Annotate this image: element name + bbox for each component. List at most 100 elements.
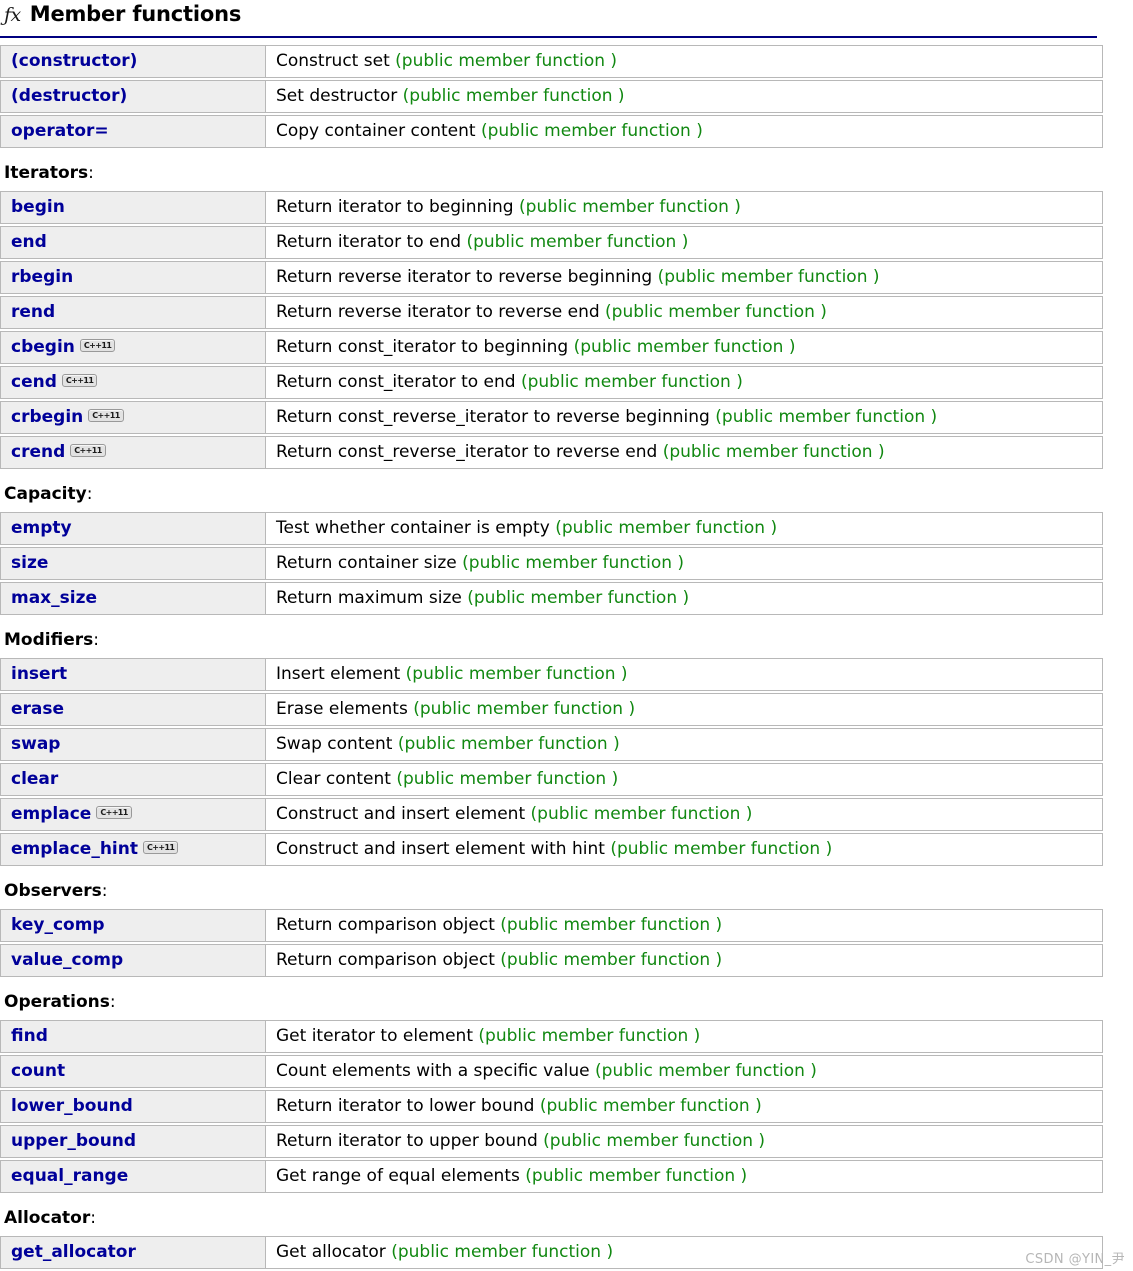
- function-link[interactable]: crend: [11, 442, 65, 462]
- function-name-cell: cend C++11: [0, 366, 266, 399]
- group-label-operations: Operations:: [0, 979, 1133, 1018]
- table-row: end Return iterator to end (public member…: [0, 226, 1103, 259]
- function-name-cell: max_size: [0, 582, 266, 615]
- function-link[interactable]: begin: [11, 197, 65, 217]
- function-kind-label: (public member function ): [543, 1130, 766, 1151]
- function-kind-label: (public member function ): [555, 517, 778, 538]
- function-name-cell: erase: [0, 693, 266, 726]
- table-row: emplace_hint C++11 Construct and insert el…: [0, 833, 1103, 866]
- function-name-cell: (destructor): [0, 80, 266, 113]
- function-link[interactable]: cbegin: [11, 337, 75, 357]
- function-kind-label: (public member function ): [500, 914, 723, 935]
- group-label-modifiers: Modifiers:: [0, 617, 1133, 656]
- function-kind-label: (public member function ): [500, 949, 723, 970]
- function-link[interactable]: (constructor): [11, 51, 137, 71]
- table-row: max_size Return maximum size (public memb…: [0, 582, 1103, 615]
- group-label-suffix: :: [101, 881, 108, 901]
- function-name-cell: value_comp: [0, 944, 266, 977]
- function-link[interactable]: emplace: [11, 804, 91, 824]
- table-row: begin Return iterator to beginning (publi…: [0, 191, 1103, 224]
- function-description-cell: Return reverse iterator to reverse begin…: [266, 261, 1103, 294]
- function-description-cell: Return const_iterator to end (public mem…: [266, 366, 1103, 399]
- function-description-cell: Set destructor (public member function ): [266, 80, 1103, 113]
- function-name-cell: get_allocator: [0, 1236, 266, 1269]
- function-kind-label: (public member function ): [462, 552, 685, 573]
- function-link[interactable]: equal_range: [11, 1166, 128, 1186]
- function-kind-label: (public member function ): [396, 768, 619, 789]
- group-label-text: Iterators: [4, 163, 89, 183]
- function-kind-label: (public member function ): [595, 1060, 817, 1081]
- function-description-cell: Return iterator to upper bound (public m…: [266, 1125, 1103, 1158]
- description-text: Return iterator to end: [276, 231, 462, 252]
- function-link[interactable]: key_comp: [11, 915, 105, 935]
- function-kind-label: (public member function ): [530, 803, 753, 824]
- function-table: begin Return iterator to beginning (publi…: [0, 189, 1103, 471]
- function-link[interactable]: clear: [11, 769, 58, 789]
- table-row: cend C++11 Return const_iterator to end (p…: [0, 366, 1103, 399]
- function-table: empty Test whether container is empty (pu…: [0, 510, 1103, 617]
- function-link[interactable]: emplace_hint: [11, 839, 138, 859]
- description-text: Return const_reverse_iterator to reverse…: [276, 406, 710, 427]
- function-description-cell: Return container size (public member fun…: [266, 547, 1103, 580]
- function-name-cell: emplace C++11: [0, 798, 266, 831]
- function-name-cell: crbegin C++11: [0, 401, 266, 434]
- description-text: Return const_iterator to beginning: [276, 336, 569, 357]
- table-row: rend Return reverse iterator to reverse e…: [0, 296, 1103, 329]
- function-link[interactable]: size: [11, 553, 48, 573]
- function-link[interactable]: rbegin: [11, 267, 73, 287]
- function-description-cell: Return comparison object (public member …: [266, 944, 1103, 977]
- fx-icon: ƒx: [4, 4, 21, 26]
- function-link[interactable]: lower_bound: [11, 1096, 133, 1116]
- cpp11-badge: C++11: [88, 408, 124, 422]
- function-link[interactable]: swap: [11, 734, 60, 754]
- function-link[interactable]: crbegin: [11, 407, 83, 427]
- function-link[interactable]: upper_bound: [11, 1131, 136, 1151]
- description-text: Count elements with a specific value: [276, 1060, 590, 1081]
- function-link[interactable]: insert: [11, 664, 67, 684]
- function-description-cell: Return iterator to end (public member fu…: [266, 226, 1103, 259]
- description-text: Return iterator to upper bound: [276, 1130, 538, 1151]
- function-name-cell: rbegin: [0, 261, 266, 294]
- table-row: key_comp Return comparison object (public…: [0, 909, 1103, 942]
- function-link[interactable]: cend: [11, 372, 57, 392]
- function-description-cell: Clear content (public member function ): [266, 763, 1103, 796]
- function-description-cell: Return iterator to beginning (public mem…: [266, 191, 1103, 224]
- function-kind-label: (public member function ): [715, 406, 938, 427]
- table-row: empty Test whether container is empty (pu…: [0, 512, 1103, 545]
- function-link[interactable]: erase: [11, 699, 64, 719]
- function-groups: (constructor) Construct set (public membe…: [0, 43, 1133, 1271]
- function-link[interactable]: (destructor): [11, 86, 127, 106]
- cpp11-badge: C++11: [142, 840, 179, 854]
- function-description-cell: Swap content (public member function ): [266, 728, 1103, 761]
- function-description-cell: Return const_iterator to beginning (publ…: [266, 331, 1103, 364]
- page-header: ƒx Member functions: [0, 0, 1133, 30]
- function-kind-label: (public member function ): [395, 50, 618, 71]
- description-text: Return reverse iterator to reverse begin…: [276, 266, 653, 287]
- function-link[interactable]: count: [11, 1061, 65, 1081]
- description-text: Construct set: [276, 50, 390, 71]
- function-link[interactable]: max_size: [11, 588, 97, 608]
- function-name-cell: clear: [0, 763, 266, 796]
- function-description-cell: Construct and insert element with hint (…: [266, 833, 1103, 866]
- cpp11-badge: C++11: [61, 373, 98, 387]
- table-row: crend C++11 Return const_reverse_iterator …: [0, 436, 1103, 469]
- description-text: Construct and insert element with hint: [276, 838, 605, 859]
- function-kind-label: (public member function ): [478, 1025, 701, 1046]
- function-link[interactable]: value_comp: [11, 950, 123, 970]
- table-row: get_allocator Get allocator (public membe…: [0, 1236, 1103, 1269]
- function-link[interactable]: end: [11, 232, 47, 252]
- function-kind-label: (public member function ): [519, 196, 741, 217]
- function-link[interactable]: get_allocator: [11, 1242, 136, 1262]
- function-link[interactable]: find: [11, 1026, 48, 1046]
- table-row: upper_bound Return iterator to upper boun…: [0, 1125, 1103, 1158]
- function-name-cell: size: [0, 547, 266, 580]
- function-link[interactable]: operator=: [11, 121, 109, 141]
- function-table: get_allocator Get allocator (public membe…: [0, 1234, 1103, 1271]
- cpp11-badge: C++11: [70, 443, 106, 457]
- function-kind-label: (public member function ): [466, 231, 689, 252]
- table-row: count Count elements with a specific valu…: [0, 1055, 1103, 1088]
- function-link[interactable]: rend: [11, 302, 55, 322]
- function-link[interactable]: empty: [11, 518, 72, 538]
- member-functions-page: ƒx Member functions (constructor) Constru…: [0, 0, 1133, 1271]
- function-kind-label: (public member function ): [520, 371, 743, 392]
